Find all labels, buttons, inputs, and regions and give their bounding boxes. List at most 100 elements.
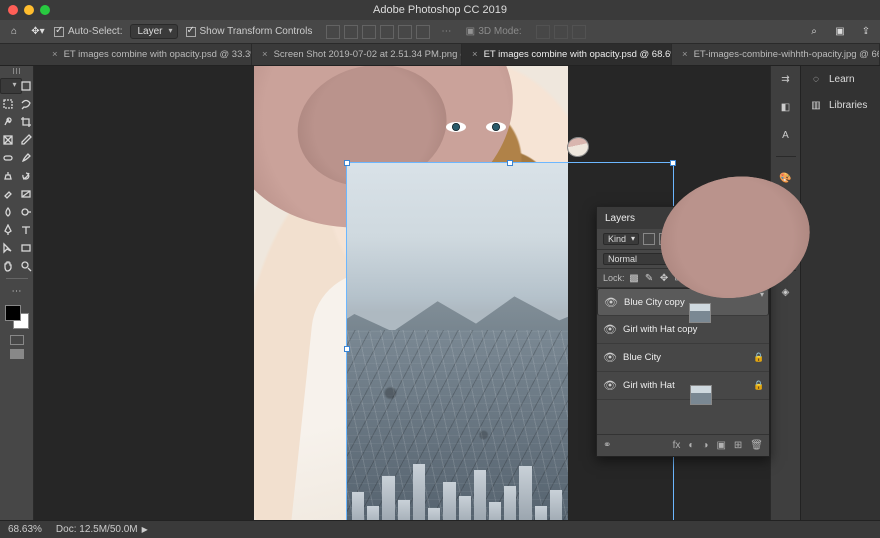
visibility-toggle[interactable]: 👁 (603, 351, 617, 364)
lock-position-icon[interactable]: ✥ (659, 273, 670, 284)
sidebar-item-libraries[interactable]: ▥ Libraries (801, 92, 880, 118)
visibility-toggle[interactable]: 👁 (604, 296, 618, 309)
dodge-tool[interactable] (18, 204, 34, 220)
layer-row[interactable]: 👁 Girl with Hat 🔒 (597, 372, 769, 400)
quick-select-tool[interactable] (0, 114, 16, 130)
lock-pixels-icon[interactable]: ✎ (644, 273, 655, 284)
adjustments-panel-icon[interactable]: ◧ (777, 98, 795, 116)
panel-title: Layers (605, 213, 635, 224)
panel-gripper-icon[interactable] (7, 68, 27, 76)
document-tab-active[interactable]: × ET images combine with opacity.psd @ 6… (462, 44, 672, 65)
zoom-tool[interactable] (18, 258, 34, 274)
document-tab[interactable]: × Screen Shot 2019-07-02 at 2.51.34 PM.p… (252, 44, 462, 65)
document-tab-bar: × ET images combine with opacity.psd @ 3… (0, 44, 880, 66)
layers-panel-icon[interactable]: ◈ (777, 283, 795, 301)
mode-3d-buttons (536, 25, 586, 39)
sidebar-item-learn[interactable]: ◌ Learn (801, 66, 880, 92)
align-top-icon[interactable] (326, 25, 340, 39)
lock-transparent-icon[interactable]: ▩ (629, 273, 640, 284)
layer-name[interactable]: Girl with Hat (623, 380, 747, 391)
artboard-tool[interactable] (18, 78, 34, 94)
filter-pixel-icon[interactable] (643, 233, 655, 245)
shape-tool[interactable] (18, 240, 34, 256)
align-bottom-icon[interactable] (362, 25, 376, 39)
healing-brush-tool[interactable] (0, 150, 16, 166)
close-tab-icon[interactable]: × (682, 49, 688, 60)
visibility-toggle[interactable]: 👁 (603, 323, 617, 336)
layer-thumbnail[interactable] (689, 303, 711, 323)
checkbox-on-icon (186, 27, 196, 37)
layer-list: 👁 Blue City copy 👁 Girl with Hat copy 👁 … (597, 288, 769, 400)
layer-thumbnail[interactable] (690, 385, 712, 405)
align-vcenter-icon[interactable] (344, 25, 358, 39)
marquee-tool[interactable] (0, 96, 16, 112)
gradient-tool[interactable] (18, 186, 34, 202)
layer-name[interactable]: Girl with Hat copy (623, 324, 763, 335)
filter-kind-dropdown[interactable]: Kind (603, 233, 639, 245)
zoom-readout[interactable]: 68.63% (8, 524, 42, 535)
color-swatches[interactable] (5, 305, 29, 329)
foreground-color-swatch[interactable] (5, 305, 21, 321)
adjustment-layer-icon[interactable]: ◑ (702, 440, 708, 451)
transform-handle[interactable] (507, 160, 513, 166)
transform-handle[interactable] (670, 160, 676, 166)
screenmode-icon[interactable] (10, 349, 24, 359)
link-layers-icon[interactable]: ⚭ (603, 440, 665, 451)
clone-stamp-tool[interactable] (0, 168, 16, 184)
window-titlebar: Adobe Photoshop CC 2019 (0, 0, 880, 20)
share-icon[interactable]: ⇪ (858, 24, 874, 40)
transform-handle[interactable] (344, 346, 350, 352)
new-layer-icon[interactable]: ⊞ (734, 440, 742, 451)
align-hcenter-icon[interactable] (398, 25, 412, 39)
layer-row[interactable]: 👁 Blue City 🔒 (597, 344, 769, 372)
edit-toolbar-icon[interactable]: ⋯ (9, 283, 25, 299)
auto-select-dropdown[interactable]: Layer (130, 24, 177, 39)
arrange-documents-icon[interactable]: ▣ (832, 24, 848, 40)
eraser-tool[interactable] (0, 186, 16, 202)
group-layers-icon[interactable]: ▣ (716, 440, 725, 451)
document-tab[interactable]: × ET-images-combine-wihhth-opacity.jpg @… (672, 44, 880, 65)
align-right-icon[interactable] (416, 25, 430, 39)
pan-icon[interactable] (554, 25, 568, 39)
delete-layer-icon[interactable]: 🗑 (750, 440, 763, 451)
brush-tool[interactable] (18, 150, 34, 166)
history-brush-tool[interactable] (18, 168, 34, 184)
search-icon[interactable]: ⌕ (806, 24, 822, 40)
document-tab[interactable]: × ET images combine with opacity.psd @ 3… (42, 44, 252, 65)
layers-panel[interactable]: Layers ›› ≡ Kind Normal Opacity: 100% Lo… (596, 206, 770, 457)
visibility-toggle[interactable]: 👁 (603, 379, 617, 392)
close-tab-icon[interactable]: × (52, 49, 58, 60)
show-transform-label: Show Transform Controls (200, 26, 313, 37)
doc-size-readout[interactable]: Doc: 12.5M/50.0M (56, 524, 138, 535)
frame-tool[interactable] (0, 132, 16, 148)
show-transform-checkbox[interactable]: Show Transform Controls (186, 26, 313, 37)
layer-name[interactable]: Blue City (623, 352, 747, 363)
layer-row[interactable]: 👁 Girl with Hat copy (597, 316, 769, 344)
properties-panel-icon[interactable]: ⇉ (777, 70, 795, 88)
path-select-tool[interactable] (0, 240, 16, 256)
character-panel-icon[interactable]: A (777, 126, 795, 144)
lock-icon: 🔒 (753, 380, 763, 391)
distribute-more-icon[interactable]: ⋯ (438, 24, 454, 40)
hand-tool[interactable] (0, 258, 16, 274)
quickmask-icon[interactable] (10, 335, 24, 345)
layer-fx-icon[interactable]: fx (673, 440, 681, 451)
pen-tool[interactable] (0, 222, 16, 238)
orbit-icon[interactable] (536, 25, 550, 39)
crop-tool[interactable] (18, 114, 34, 130)
auto-select-checkbox[interactable]: Auto-Select: (54, 26, 122, 37)
eyedropper-tool[interactable] (18, 132, 34, 148)
blur-tool[interactable] (0, 204, 16, 220)
dolly-icon[interactable] (572, 25, 586, 39)
lasso-tool[interactable] (18, 96, 34, 112)
move-tool-icon[interactable]: ✥▾ (30, 24, 46, 40)
close-tab-icon[interactable]: × (472, 49, 478, 60)
align-left-icon[interactable] (380, 25, 394, 39)
transform-handle[interactable] (344, 160, 350, 166)
status-flyout-icon[interactable]: ▶ (142, 525, 148, 534)
layer-mask-icon[interactable]: ◐ (688, 440, 694, 451)
tool-palette: ⋯ (0, 66, 34, 520)
close-tab-icon[interactable]: × (262, 49, 268, 60)
home-icon[interactable]: ⌂ (6, 24, 22, 40)
type-tool[interactable] (18, 222, 34, 238)
